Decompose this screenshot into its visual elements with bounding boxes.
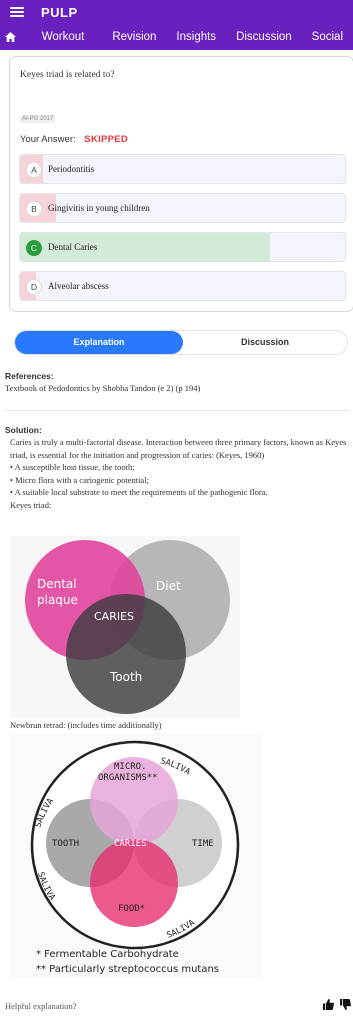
nav-tab-revision[interactable]: Revision (102, 31, 166, 43)
option-b-letter: B (26, 201, 42, 217)
newbrun-tetrad-diagram: SALIVA SALIVA SALIVA SALIVA MICRO. ORGAN… (10, 733, 262, 979)
nav-tab-insights[interactable]: Insights (166, 31, 226, 43)
option-d[interactable]: D Alveolar abscess (19, 271, 346, 301)
option-d-text: Alveolar abscess (48, 281, 109, 291)
your-answer: Your Answer: SKIPPED (20, 134, 128, 145)
divider (5, 410, 350, 411)
thumbs-up-icon[interactable] (323, 997, 334, 1015)
nav-tab-workout[interactable]: Workout (22, 31, 103, 43)
tab-discussion[interactable]: Discussion (183, 331, 347, 354)
hamburger-menu-icon[interactable] (10, 7, 24, 17)
footnote-carbohydrate: * Fermentable Carbohydrate (36, 949, 179, 960)
your-answer-status: SKIPPED (84, 134, 129, 145)
label-micro: MICRO. (114, 762, 147, 772)
newbrun-tetrad-caption: Newbrun tetrad: (includes time additiona… (10, 720, 162, 730)
option-c-letter: C (26, 240, 42, 256)
option-a-letter: A (26, 162, 42, 178)
label-time: TIME (192, 839, 214, 849)
thumbs-down-icon[interactable] (340, 997, 351, 1015)
option-a-text: Periodontitis (48, 164, 95, 174)
option-c[interactable]: C Dental Caries (19, 232, 346, 262)
solution-paragraph: Caries is truly a multi-factorial diseas… (10, 437, 347, 460)
label-tooth: TOOTH (52, 839, 79, 849)
option-b-text: Gingivitis in young children (48, 203, 150, 213)
label-plaque: plaque (37, 593, 78, 607)
top-nav: Workout Revision Insights Discussion Soc… (0, 24, 353, 50)
solution-heading: Solution: (5, 425, 42, 435)
keyes-triad-caption: Keyes triad: (10, 499, 52, 510)
solution-bullet-substrate: • A suitable local substrate to meet the… (10, 487, 268, 497)
footnote-streptococcus: ** Particularly streptococcus mutans (36, 964, 219, 975)
label-dental: Dental (37, 577, 77, 591)
question-source-tag: AI-PG 2017 (20, 115, 56, 123)
keyes-triad-diagram: Dental plaque Diet CARIES Tooth (10, 536, 240, 718)
option-a[interactable]: A Periodontitis (19, 154, 346, 184)
label-caries: CARIES (114, 839, 147, 849)
references-heading: References: (5, 371, 54, 381)
home-icon[interactable] (0, 32, 22, 42)
label-food: FOOD* (118, 904, 145, 914)
references-text: Textbook of Pedodontics by Shobha Tandon… (5, 383, 201, 393)
label-tooth: Tooth (109, 670, 142, 684)
option-d-letter: D (26, 279, 42, 295)
app-bar: PULP Workout Revision Insights Discussio… (0, 0, 353, 50)
question-text: Keyes triad is related to? (20, 70, 115, 80)
explanation-discussion-toggle: Explanation Discussion (14, 330, 348, 355)
helpful-prompt: Helpful explanation? (5, 1001, 77, 1011)
option-c-text: Dental Caries (48, 242, 98, 252)
your-answer-label: Your Answer: (20, 134, 76, 145)
label-organisms: ORGANISMS** (98, 773, 158, 783)
solution-bullet-tooth: • A susceptible host tissue, the tooth; (10, 462, 135, 472)
nav-tab-discussion[interactable]: Discussion (226, 31, 302, 43)
feedback-buttons (323, 997, 351, 1015)
option-b[interactable]: B Gingivitis in young children (19, 193, 346, 223)
label-caries: CARIES (94, 610, 134, 623)
solution-body: Caries is truly a multi-factorial diseas… (10, 436, 350, 511)
label-diet: Diet (156, 579, 181, 593)
question-card: Keyes triad is related to? AI-PG 2017 Yo… (9, 56, 353, 312)
nav-tab-social[interactable]: Social (302, 31, 353, 43)
tab-explanation[interactable]: Explanation (15, 331, 183, 354)
solution-bullet-flora: • Micro flora with a cariogenic potentia… (10, 474, 149, 485)
app-title: PULP (41, 4, 78, 20)
